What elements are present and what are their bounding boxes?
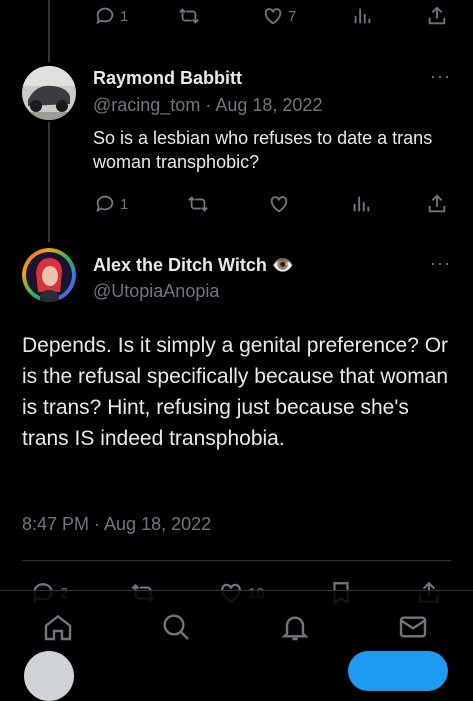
views-icon: [350, 193, 372, 215]
reply-icon: [94, 193, 116, 215]
retweet-icon: [178, 5, 200, 27]
share-icon: [426, 193, 448, 215]
views-icon: [351, 5, 373, 27]
bell-icon: [279, 611, 311, 643]
reply-tweet-actions: 1: [0, 193, 473, 223]
reply-date[interactable]: Aug 18, 2022: [215, 95, 322, 115]
like-icon: [268, 193, 290, 215]
reply-tweet-text: So is a lesbian who refuses to date a tr…: [93, 128, 433, 172]
main-author-handle[interactable]: @UtopiaAnopia: [93, 281, 219, 302]
main-author-name[interactable]: Alex the Ditch Witch: [93, 255, 267, 275]
reply-retweet-button[interactable]: [187, 193, 209, 215]
reply-author-name[interactable]: Raymond Babbitt: [93, 68, 242, 89]
nav-home[interactable]: [42, 611, 74, 643]
main-tweet-text: Depends. Is it simply a genital preferen…: [22, 334, 449, 450]
reply-icon: [94, 5, 116, 27]
reply-share-button[interactable]: [426, 193, 448, 215]
eye-emoji: 👁️: [271, 255, 295, 275]
thread-line-mid: [48, 122, 50, 242]
prev-retweet-button[interactable]: [178, 5, 200, 27]
like-icon: [262, 5, 284, 27]
reply-views-button[interactable]: [350, 193, 372, 215]
bottom-navigation: [0, 590, 473, 701]
reply-like-button[interactable]: [268, 193, 290, 215]
main-divider: [22, 560, 451, 561]
prev-reply-count: 1: [120, 7, 129, 25]
nav-messages[interactable]: [397, 611, 429, 643]
mail-icon: [397, 611, 429, 643]
main-author-name-row: Alex the Ditch Witch 👁️: [93, 255, 294, 276]
home-icon: [42, 611, 74, 643]
reply-author-handle[interactable]: @racing_tom: [93, 95, 200, 115]
reply-reply-count: 1: [120, 195, 129, 213]
profile-avatar-peek[interactable]: [24, 651, 74, 701]
main-tweet-timestamp[interactable]: 8:47 PM · Aug 18, 2022: [22, 514, 211, 535]
main-more-button[interactable]: ···: [430, 253, 451, 274]
reply-reply-button[interactable]: 1: [94, 193, 128, 215]
nav-search[interactable]: [160, 611, 192, 643]
search-icon: [160, 611, 192, 643]
prev-tweet-actions: 1 7: [0, 5, 473, 35]
meta-separator: ·: [205, 95, 212, 115]
retweet-icon: [187, 193, 209, 215]
prev-reply-button[interactable]: 1: [94, 5, 128, 27]
main-author-avatar[interactable]: [22, 248, 76, 302]
prev-share-button[interactable]: [426, 5, 448, 27]
prev-views-button[interactable]: [351, 5, 373, 27]
compose-button-peek[interactable]: [348, 651, 448, 691]
share-icon: [426, 5, 448, 27]
prev-like-count: 7: [288, 7, 297, 25]
reply-author-avatar[interactable]: [22, 66, 76, 120]
prev-like-button[interactable]: 7: [262, 5, 296, 27]
nav-notifications[interactable]: [279, 611, 311, 643]
reply-more-button[interactable]: ···: [430, 66, 451, 87]
reply-author-meta: @racing_tom · Aug 18, 2022: [93, 95, 322, 116]
